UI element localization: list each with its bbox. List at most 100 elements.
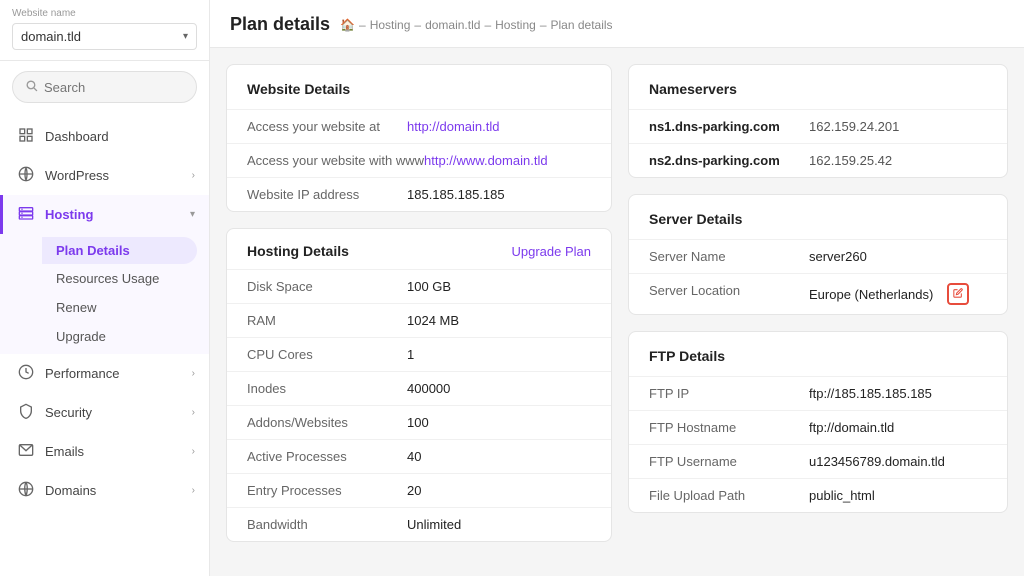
ftp-row-1: FTP Hostname ftp://domain.tld: [629, 410, 1007, 444]
breadcrumb-hosting: Hosting: [370, 18, 411, 32]
website-details-title: Website Details: [227, 65, 611, 109]
sidebar-item-label-hosting: Hosting: [45, 207, 93, 222]
sidebar-item-label-security: Security: [45, 405, 92, 420]
chevron-right-icon-email: ›: [192, 446, 195, 457]
website-name-label: Website name: [12, 8, 197, 19]
hosting-label-6: Entry Processes: [247, 483, 407, 498]
server-row-1: Server Location Europe (Netherlands): [629, 273, 1007, 314]
sidebar-item-wordpress[interactable]: WordPress ›: [0, 156, 209, 195]
ftp-row-2: FTP Username u123456789.domain.tld: [629, 444, 1007, 478]
breadcrumb-sep3: –: [484, 18, 491, 32]
hosting-value-1: 1024 MB: [407, 313, 459, 328]
ftp-value-0: ftp://185.185.185.185: [809, 386, 932, 401]
page-header: Plan details 🏠 – Hosting – domain.tld – …: [210, 0, 1024, 48]
hosting-value-3: 400000: [407, 381, 450, 396]
edit-icon: [953, 288, 963, 301]
website-row-0: Access your website at http://domain.tld: [227, 109, 611, 143]
hosting-row-1: RAM 1024 MB: [227, 303, 611, 337]
breadcrumb-sep1: –: [359, 18, 366, 32]
chevron-right-icon-sec: ›: [192, 407, 195, 418]
sidebar-item-domains[interactable]: Domains ›: [0, 471, 209, 510]
hosting-label-1: RAM: [247, 313, 407, 328]
sub-item-plan-details[interactable]: Plan Details: [42, 237, 197, 264]
chevron-down-icon: ▾: [183, 31, 188, 42]
security-icon: [17, 403, 35, 422]
sub-item-upgrade[interactable]: Upgrade: [42, 322, 209, 351]
hosting-value-7: Unlimited: [407, 517, 461, 532]
hosting-row-6: Entry Processes 20: [227, 473, 611, 507]
chevron-right-icon: ›: [192, 170, 195, 181]
sidebar-item-label-wordpress: WordPress: [45, 168, 109, 183]
sub-item-renew[interactable]: Renew: [42, 293, 209, 322]
breadcrumb-sep2: –: [414, 18, 421, 32]
hosting-row-2: CPU Cores 1: [227, 337, 611, 371]
sidebar-item-label-performance: Performance: [45, 366, 119, 381]
sidebar-item-security[interactable]: Security ›: [0, 393, 209, 432]
sidebar: Website name domain.tld ▾ Dashboard: [0, 0, 210, 576]
ftp-value-3: public_html: [809, 488, 875, 503]
hosting-value-0: 100 GB: [407, 279, 451, 294]
breadcrumb-home: 🏠: [340, 18, 355, 32]
hosting-label-5: Active Processes: [247, 449, 407, 464]
ftp-details-card: FTP Details FTP IP ftp://185.185.185.185…: [628, 331, 1008, 513]
ftp-row-3: File Upload Path public_html: [629, 478, 1007, 512]
ftp-label-3: File Upload Path: [649, 488, 809, 503]
hosting-icon: [17, 205, 35, 224]
website-row-1: Access your website with www http://www.…: [227, 143, 611, 177]
breadcrumb-domain: domain.tld: [425, 18, 480, 32]
sidebar-item-label-domains: Domains: [45, 483, 96, 498]
hosting-sub-items: Plan Details Resources Usage Renew Upgra…: [0, 234, 209, 354]
search-box[interactable]: [12, 71, 197, 103]
sidebar-item-hosting[interactable]: Hosting ▾: [0, 195, 209, 234]
left-column: Website Details Access your website at h…: [226, 64, 612, 560]
ns-value-0: 162.159.24.201: [809, 119, 899, 134]
nav-items: Dashboard WordPress ›: [0, 113, 209, 576]
hosting-details-card: Hosting Details Upgrade Plan Disk Space …: [226, 228, 612, 542]
chevron-down-icon-hosting: ▾: [190, 209, 195, 220]
ns-row-1: ns2.dns-parking.com 162.159.25.42: [629, 143, 1007, 177]
search-icon: [25, 79, 38, 95]
website-name-value: domain.tld: [21, 29, 81, 44]
sub-item-label-resources: Resources Usage: [56, 271, 159, 286]
hosting-row-5: Active Processes 40: [227, 439, 611, 473]
website-name-select[interactable]: domain.tld ▾: [12, 23, 197, 50]
sidebar-item-emails[interactable]: Emails ›: [0, 432, 209, 471]
edit-server-location-button[interactable]: [947, 283, 969, 305]
hosting-value-2: 1: [407, 347, 414, 362]
breadcrumb-sep4: –: [540, 18, 547, 32]
ftp-value-2: u123456789.domain.tld: [809, 454, 945, 469]
sidebar-item-label-dashboard: Dashboard: [45, 129, 109, 144]
server-value-0: server260: [809, 249, 867, 264]
sub-item-resources-usage[interactable]: Resources Usage: [42, 264, 209, 293]
server-label-0: Server Name: [649, 249, 809, 264]
hosting-details-title: Hosting Details: [247, 243, 349, 259]
website-value-1[interactable]: http://www.domain.tld: [424, 153, 548, 168]
performance-icon: [17, 364, 35, 383]
website-value-2: 185.185.185.185: [407, 187, 505, 202]
server-details-card: Server Details Server Name server260 Ser…: [628, 194, 1008, 315]
chevron-right-icon-perf: ›: [192, 368, 195, 379]
website-label-2: Website IP address: [247, 187, 407, 202]
nameservers-card: Nameservers ns1.dns-parking.com 162.159.…: [628, 64, 1008, 178]
hosting-label-0: Disk Space: [247, 279, 407, 294]
ftp-label-1: FTP Hostname: [649, 420, 809, 435]
sub-item-label-upgrade: Upgrade: [56, 329, 106, 344]
ftp-label-2: FTP Username: [649, 454, 809, 469]
upgrade-plan-link[interactable]: Upgrade Plan: [512, 244, 592, 259]
ftp-details-title: FTP Details: [629, 332, 1007, 376]
search-input[interactable]: [44, 80, 184, 95]
website-row-2: Website IP address 185.185.185.185: [227, 177, 611, 211]
sidebar-item-performance[interactable]: Performance ›: [0, 354, 209, 393]
ns-label-0: ns1.dns-parking.com: [649, 119, 809, 134]
sidebar-item-dashboard[interactable]: Dashboard: [0, 117, 209, 156]
server-label-1: Server Location: [649, 283, 809, 298]
website-value-0[interactable]: http://domain.tld: [407, 119, 500, 134]
ns-label-1: ns2.dns-parking.com: [649, 153, 809, 168]
ns-value-1: 162.159.25.42: [809, 153, 892, 168]
hosting-label-3: Inodes: [247, 381, 407, 396]
domains-icon: [17, 481, 35, 500]
hosting-value-4: 100: [407, 415, 429, 430]
server-row-0: Server Name server260: [629, 239, 1007, 273]
breadcrumb-hosting2: Hosting: [495, 18, 536, 32]
server-details-title: Server Details: [629, 195, 1007, 239]
